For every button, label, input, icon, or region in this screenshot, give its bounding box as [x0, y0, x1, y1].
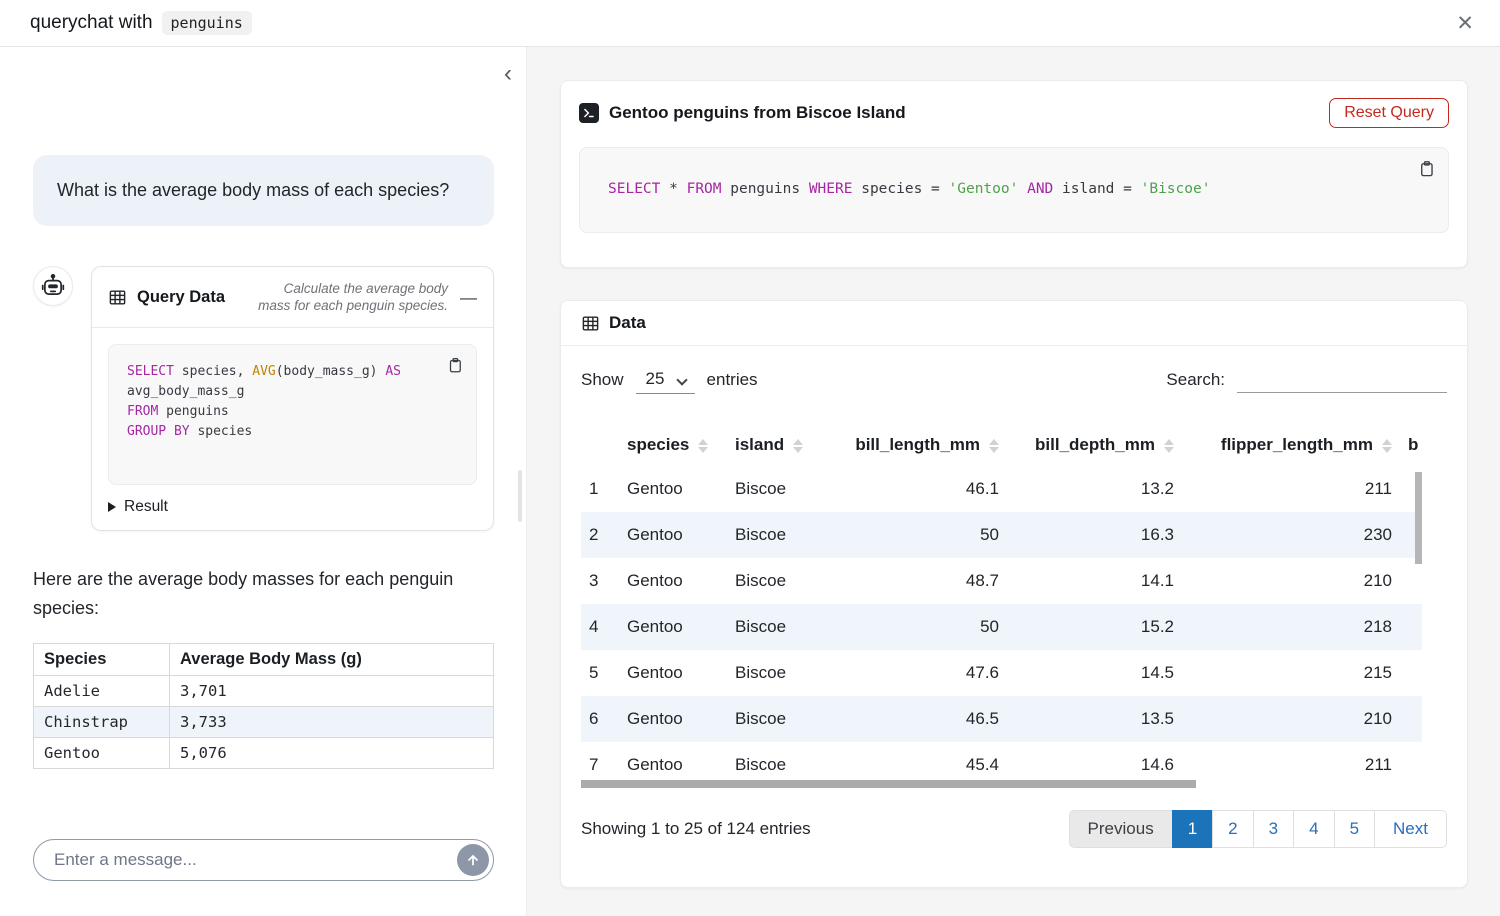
main-panel: Gentoo penguins from Biscoe Island Reset… — [527, 47, 1500, 916]
table-row: 5GentooBiscoe47.614.5215 — [581, 650, 1422, 696]
minimize-icon[interactable]: — — [458, 289, 479, 306]
send-button[interactable] — [457, 844, 489, 876]
table-icon — [581, 314, 600, 333]
data-table-head-row: speciesislandbill_length_mmbill_depth_mm… — [581, 424, 1422, 466]
dataset-name-chip: penguins — [162, 11, 252, 35]
assistant-message-row: Query Data Calculate the average body ma… — [33, 266, 494, 531]
query-card-header: Gentoo penguins from Biscoe Island Reset… — [579, 93, 1449, 133]
tool-card-body: SELECT species, AVG(body_mass_g) AS avg_… — [92, 328, 493, 530]
copy-icon[interactable] — [444, 354, 466, 379]
data-card-header: Data — [561, 301, 1467, 346]
search-input[interactable] — [1237, 367, 1447, 393]
query-title: Gentoo penguins from Biscoe Island — [609, 103, 906, 123]
result-table-row: Gentoo5,076 — [34, 738, 494, 769]
table-controls: Show 25 entries Search: — [581, 366, 1447, 394]
search-control: Search: — [1166, 367, 1447, 393]
table-row: 3GentooBiscoe48.714.1210 — [581, 558, 1422, 604]
active-sql-block: SELECT * FROM penguins WHERE species = '… — [579, 147, 1449, 233]
app-title-text: querychat with — [30, 12, 153, 34]
sort-icon — [1382, 439, 1392, 453]
data-card-title: Data — [609, 313, 646, 333]
current-query-card: Gentoo penguins from Biscoe Island Reset… — [560, 80, 1468, 268]
sql-code-block: SELECT species, AVG(body_mass_g) AS avg_… — [108, 344, 477, 485]
show-label: Show — [581, 370, 624, 390]
robot-icon — [40, 273, 66, 299]
tool-call-card: Query Data Calculate the average body ma… — [91, 266, 494, 531]
page-button-5[interactable]: 5 — [1334, 810, 1375, 848]
column-header-island[interactable]: island — [727, 424, 837, 466]
mass-table-header-species: Species — [34, 644, 170, 676]
sidebar-collapse-icon[interactable]: ‹ — [504, 62, 512, 86]
horizontal-scrollbar[interactable] — [581, 780, 1196, 788]
tool-description: Calculate the average body mass for each… — [248, 280, 448, 314]
tool-card-header: Query Data Calculate the average body ma… — [92, 267, 493, 328]
result-table-row: Chinstrap3,733 — [34, 707, 494, 738]
reset-query-button[interactable]: Reset Query — [1329, 98, 1449, 128]
sidebar-resize-handle[interactable] — [518, 470, 522, 522]
chat-history: What is the average body mass of each sp… — [0, 47, 526, 769]
disclosure-arrow-icon — [108, 502, 116, 512]
table-icon — [108, 288, 127, 307]
previous-page-button[interactable]: Previous — [1069, 810, 1173, 848]
data-table-body: 1GentooBiscoe46.113.22112GentooBiscoe501… — [581, 466, 1422, 788]
column-header-flipper_length_mm[interactable]: flipper_length_mm — [1182, 424, 1400, 466]
table-row: 4GentooBiscoe5015.2218 — [581, 604, 1422, 650]
column-header-b: b — [1400, 424, 1422, 466]
result-label: Result — [124, 498, 168, 516]
row-number-column-header — [581, 424, 619, 466]
column-header-bill_length_mm[interactable]: bill_length_mm — [837, 424, 1007, 466]
column-header-bill_depth_mm[interactable]: bill_depth_mm — [1007, 424, 1182, 466]
column-header-species[interactable]: species — [619, 424, 727, 466]
arrow-up-icon — [465, 852, 481, 868]
sql-code: SELECT species, AVG(body_mass_g) AS avg_… — [127, 362, 458, 442]
close-icon[interactable]: ✕ — [1452, 9, 1478, 38]
active-sql-code: SELECT * FROM penguins WHERE species = '… — [608, 178, 1420, 200]
message-input[interactable] — [33, 839, 494, 881]
sort-icon — [1164, 439, 1174, 453]
bot-avatar — [33, 266, 73, 306]
data-card-body: Show 25 entries Search: — [561, 346, 1467, 872]
table-footer: Showing 1 to 25 of 124 entries Previous1… — [581, 810, 1447, 872]
copy-icon[interactable] — [1415, 157, 1438, 183]
species-mass-table: Species Average Body Mass (g) Adelie3,70… — [33, 643, 494, 769]
next-page-button[interactable]: Next — [1374, 810, 1447, 848]
page-button-1[interactable]: 1 — [1172, 810, 1213, 848]
data-table-container: speciesislandbill_length_mmbill_depth_mm… — [581, 424, 1422, 790]
table-row: 2GentooBiscoe5016.3230 — [581, 512, 1422, 558]
assistant-text: Here are the average body masses for eac… — [33, 565, 494, 623]
vertical-scrollbar[interactable] — [1415, 472, 1422, 564]
chat-sidebar: ‹ What is the average body mass of each … — [0, 47, 527, 916]
message-input-row — [33, 839, 494, 881]
entries-label: entries — [707, 370, 758, 390]
data-table: speciesislandbill_length_mmbill_depth_mm… — [581, 424, 1422, 788]
mass-table-header-mass: Average Body Mass (g) — [170, 644, 494, 676]
app-title: querychat with penguins — [30, 11, 252, 35]
entries-info: Showing 1 to 25 of 124 entries — [581, 819, 811, 839]
table-row: 1GentooBiscoe46.113.2211 — [581, 466, 1422, 512]
search-label: Search: — [1166, 370, 1225, 390]
page-button-3[interactable]: 3 — [1253, 810, 1294, 848]
tool-title: Query Data — [137, 288, 225, 307]
result-disclosure[interactable]: Result — [108, 498, 477, 516]
pagination: Previous12345Next — [1069, 810, 1447, 848]
page-button-2[interactable]: 2 — [1212, 810, 1253, 848]
sort-icon — [989, 439, 999, 453]
table-row: 6GentooBiscoe46.513.5210 — [581, 696, 1422, 742]
sort-icon — [698, 439, 708, 453]
result-table-body: Adelie3,701Chinstrap3,733Gentoo5,076 — [34, 676, 494, 769]
sort-icon — [793, 439, 803, 453]
app-header: querychat with penguins ✕ — [0, 0, 1500, 47]
page-length-control: Show 25 entries — [581, 366, 758, 394]
data-card: Data Show 25 entries — [560, 300, 1468, 888]
result-table-row: Adelie3,701 — [34, 676, 494, 707]
terminal-icon — [579, 103, 599, 123]
page-size-select[interactable]: 25 — [636, 366, 695, 394]
user-message: What is the average body mass of each sp… — [33, 155, 494, 226]
page-button-4[interactable]: 4 — [1293, 810, 1334, 848]
